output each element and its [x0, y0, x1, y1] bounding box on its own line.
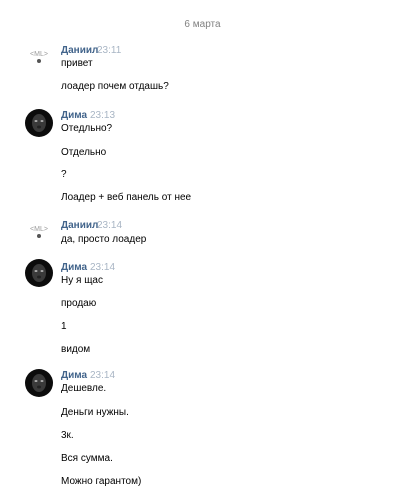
dark-face-avatar	[32, 264, 46, 282]
author-name[interactable]: Дима	[61, 262, 87, 273]
author-name[interactable]: Дима	[61, 370, 87, 381]
message-text: 3к.	[61, 430, 74, 441]
message-text: 1	[61, 321, 67, 332]
message-time[interactable]: 23:11	[97, 45, 121, 56]
message-text: видом	[61, 344, 91, 355]
ml-logo-icon: <ML>	[30, 226, 48, 238]
message-text: продаю	[61, 298, 97, 309]
author-name[interactable]: Даниил	[61, 45, 98, 56]
dark-face-avatar	[32, 114, 46, 132]
message-text: Отедльно?	[61, 123, 113, 134]
message-time[interactable]: 23:14	[97, 220, 122, 231]
message-text: Лоадер + веб панель от нее	[61, 192, 192, 203]
author-name[interactable]: Даниил	[61, 220, 98, 231]
message-text: Можно гарантом)	[61, 476, 142, 487]
message-text: Вся сумма.	[61, 453, 113, 464]
avatar[interactable]	[25, 369, 53, 397]
message-time[interactable]: 23:13	[90, 110, 115, 121]
ml-logo-icon: <ML>	[30, 51, 48, 63]
date-separator: 6 марта	[184, 19, 221, 30]
message-text: Отдельно	[61, 147, 107, 158]
message-text: Деньги нужны.	[61, 407, 129, 418]
dark-face-avatar	[32, 374, 46, 392]
avatar[interactable]	[25, 109, 53, 137]
message-time[interactable]: 23:14	[90, 370, 115, 381]
avatar[interactable]: <ML>	[25, 218, 53, 246]
avatar-text: <ML>	[30, 51, 48, 58]
message-text: Ну я щас	[61, 275, 103, 286]
message-text: ?	[61, 169, 67, 180]
avatar[interactable]	[25, 259, 53, 287]
message-text: Дешевле.	[61, 383, 107, 394]
message-text: привет	[61, 58, 93, 69]
avatar[interactable]: <ML>	[25, 43, 53, 71]
message-text: да, просто лоадер	[61, 234, 147, 245]
message-text: лоадер почем отдашь?	[61, 81, 169, 92]
message-time[interactable]: 23:14	[90, 262, 115, 273]
avatar-text: <ML>	[30, 226, 48, 233]
author-name[interactable]: Дима	[61, 110, 87, 121]
